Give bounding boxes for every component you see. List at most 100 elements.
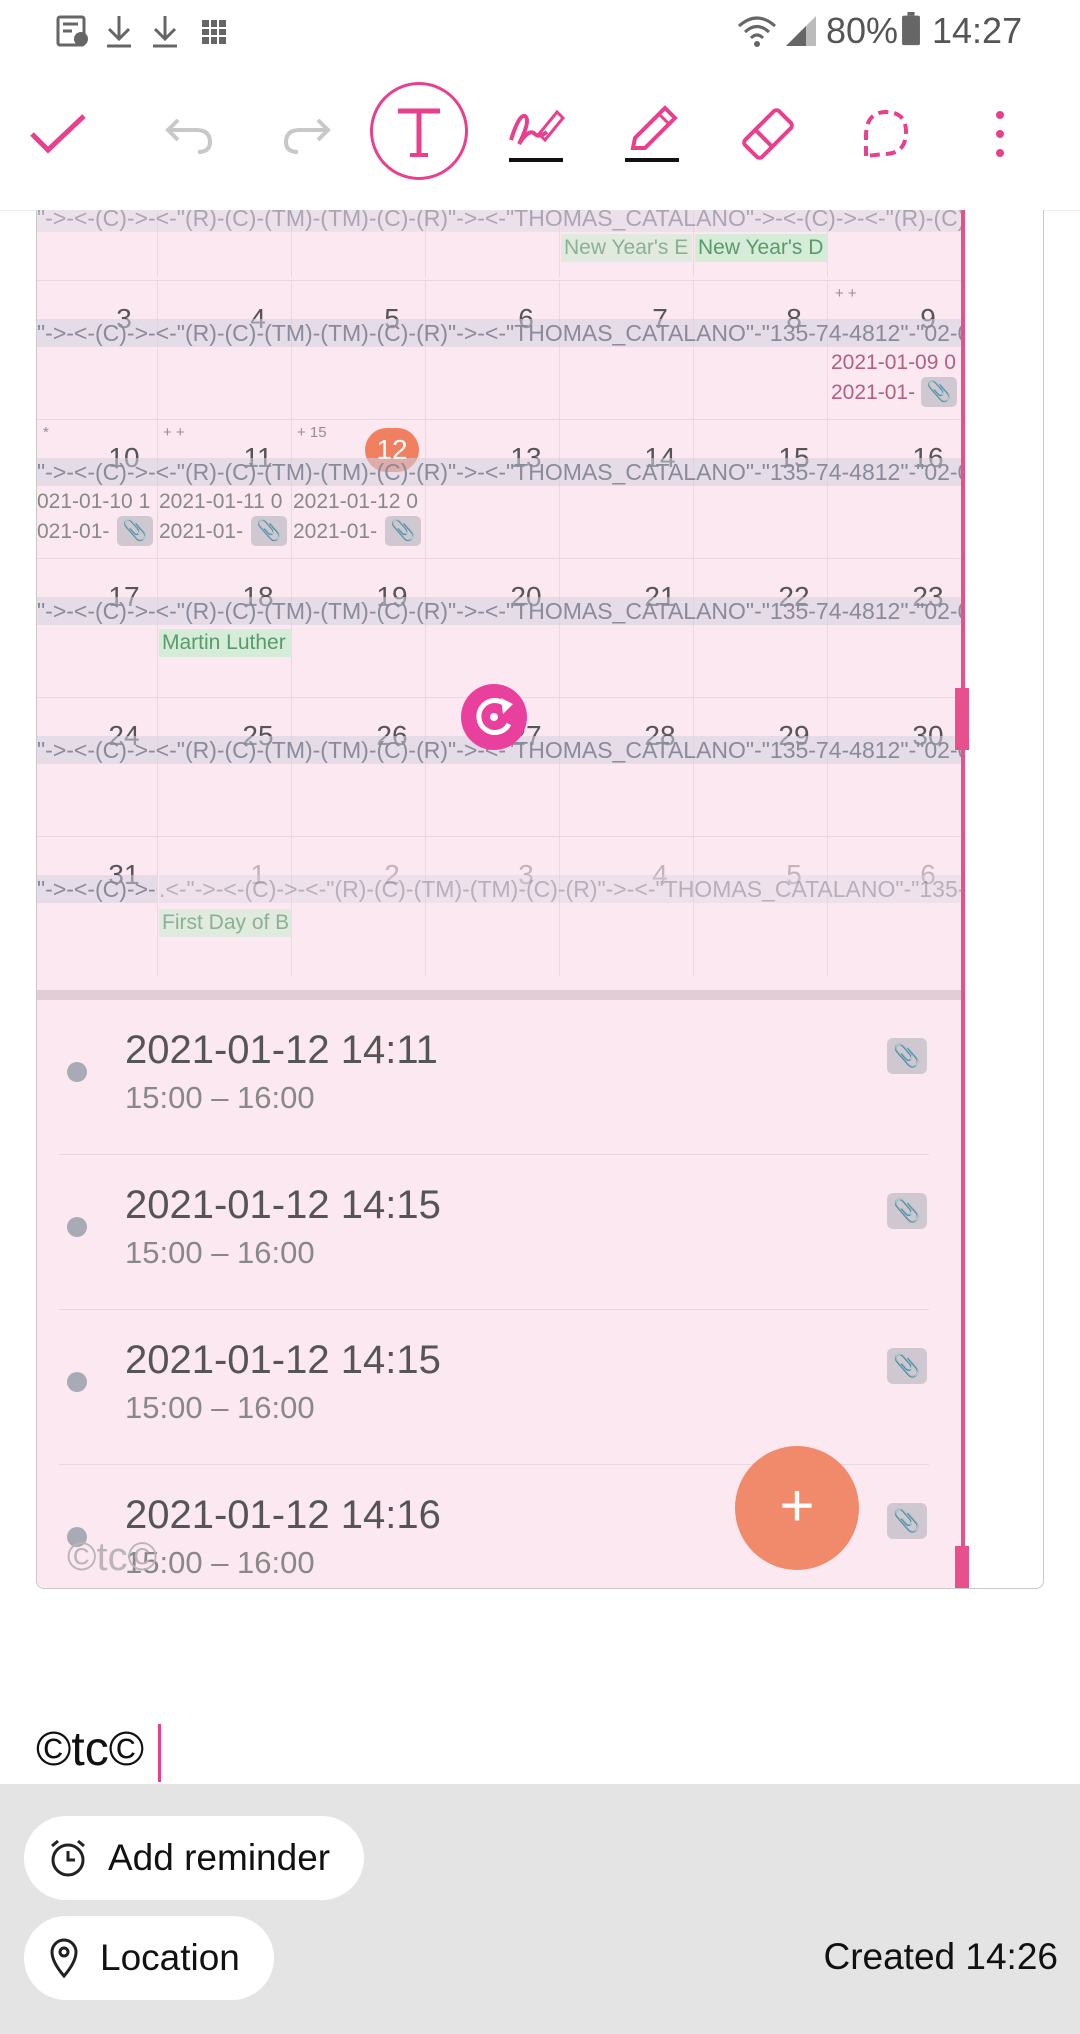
calendar-week-row: * + + + 15 10 11 12 13 14 15 16 "->-<-(C… [37, 419, 963, 559]
text-cursor [158, 1724, 161, 1782]
event-time: 15:00 – 16:00 [125, 1390, 315, 1425]
add-event-fab[interactable]: + [735, 1446, 859, 1570]
event-label: 021-01- [37, 520, 110, 543]
download-icon [107, 16, 131, 48]
more-events-marker: + + [835, 285, 857, 302]
column-divider [291, 420, 292, 559]
month-list-divider [37, 990, 963, 1000]
event-label: 2021-01-09 0 [831, 351, 956, 374]
event-label: 2021-01- [159, 520, 244, 543]
embedded-calendar-screenshot[interactable]: "->-<-(C)->-<-"(R)-(C)-(TM)-(TM)-(C)-(R)… [36, 210, 1044, 1589]
column-divider [157, 281, 158, 420]
eraser-icon [742, 108, 794, 160]
calendar-grid-icon [202, 20, 226, 44]
done-button[interactable] [8, 84, 108, 184]
redo-icon [283, 118, 331, 154]
column-divider [559, 837, 560, 976]
column-divider [291, 837, 292, 976]
check-icon [30, 114, 86, 154]
note-toolbar [0, 64, 1080, 211]
column-divider [827, 837, 828, 976]
lasso-button[interactable] [834, 84, 934, 184]
crop-edge [961, 210, 965, 1588]
calendar-week-row: 17 18 19 20 21 22 23 "->-<-(C)->-<-"(R)-… [37, 558, 963, 698]
paperclip-icon: 📎 [385, 516, 421, 546]
column-divider [827, 698, 828, 837]
column-divider [693, 420, 694, 559]
column-divider [425, 698, 426, 837]
recurring-event-stripe: "->-<-(C)->-<-"(R)-(C)-(TM)-(TM)-(C)-(R)… [37, 210, 963, 232]
event-bullet [67, 1372, 87, 1392]
event-title: 2021-01-12 14:15 [125, 1183, 441, 1227]
calendar-week-row: 3 4 5 6 7 8 9 + + "->-<-(C)->-<-"(R)-(C)… [37, 280, 963, 420]
wifi-icon [738, 16, 776, 47]
event-label: 2021-01- [293, 520, 378, 543]
resize-handle[interactable] [955, 1546, 969, 1588]
event-label: 2021-01-11 0 [159, 490, 283, 513]
column-divider [559, 698, 560, 837]
pencil-icon [625, 105, 679, 162]
column-divider [425, 837, 426, 976]
more-vert-icon [996, 111, 1004, 157]
event-label: 021-01-10 1 [37, 490, 151, 513]
event-time: 15:00 – 16:00 [125, 1235, 315, 1270]
add-reminder-button[interactable]: Add reminder [24, 1816, 365, 1900]
column-divider [693, 559, 694, 698]
location-button[interactable]: Location [24, 1916, 274, 2000]
event-time: 15:00 – 16:00 [125, 1080, 315, 1115]
column-divider [693, 698, 694, 837]
column-divider [827, 559, 828, 698]
paperclip-icon: 📎 [921, 377, 957, 407]
more-options-button[interactable] [950, 84, 1050, 184]
handwriting-button[interactable] [486, 84, 586, 184]
column-divider [559, 281, 560, 420]
created-timestamp: Created 14:26 [823, 1936, 1058, 1977]
column-divider [559, 559, 560, 698]
list-item[interactable]: 2021-01-12 14:11 15:00 – 16:00 📎 [37, 1000, 963, 1155]
recurring-event-stripe: "->-<-(C)->-<-"(R)-(C)-(TM)-(TM)-(C)-(R)… [37, 319, 963, 347]
rotate-handle[interactable] [461, 684, 527, 750]
text-mode-icon [398, 108, 440, 157]
paperclip-icon: 📎 [887, 1503, 927, 1539]
location-label: Location [100, 1937, 240, 1978]
watermark-text: ©tc© [67, 1535, 158, 1579]
redo-button[interactable] [256, 84, 356, 184]
holiday-label: Martin Luther [159, 629, 292, 657]
event-label: 2021-01-12 0 [293, 490, 418, 513]
calendar-week-row: "->-<-(C)->-<-"(R)-(C)-(TM)-(TM)-(C)-(R)… [37, 210, 963, 277]
column-divider [157, 698, 158, 837]
paperclip-icon: 📎 [887, 1193, 927, 1229]
paperclip-icon: 📎 [887, 1038, 927, 1074]
undo-button[interactable] [140, 84, 240, 184]
clock: 14:27 [932, 10, 1023, 51]
recurring-event-stripe: .<-"->-<-(C)->-<-"(R)-(C)-(TM)-(TM)-(C)-… [159, 875, 963, 903]
holiday-label: New Year's D [695, 234, 828, 262]
paperclip-icon: 📎 [887, 1348, 927, 1384]
note-body-text[interactable]: ©tc© [36, 1722, 144, 1777]
column-divider [693, 281, 694, 420]
event-title: 2021-01-12 14:16 [125, 1493, 441, 1537]
download-icon [153, 16, 177, 48]
list-item[interactable]: 2021-01-12 14:15 15:00 – 16:00 📎 [37, 1310, 963, 1465]
resize-handle[interactable] [955, 688, 969, 750]
more-events-marker: + + [163, 424, 185, 441]
event-title: 2021-01-12 14:15 [125, 1338, 441, 1382]
event-title: 2021-01-12 14:11 [125, 1028, 438, 1072]
column-divider [157, 559, 158, 698]
holiday-label: First Day of B [159, 909, 292, 937]
pen-button[interactable] [602, 84, 702, 184]
recurring-event-stripe: "->-<-(C)->-<-"(R)-(C)-(TM)-(TM)-(C)-(R)… [37, 458, 963, 486]
more-events-marker: + 15 [297, 424, 327, 441]
rotate-icon [476, 697, 513, 735]
battery-icon [902, 12, 920, 46]
list-item[interactable]: 2021-01-12 14:15 15:00 – 16:00 📎 [37, 1155, 963, 1310]
recurring-event-stripe: "->-<-(C)->-< [37, 875, 157, 903]
status-bar: 80% 14:27 [0, 0, 1080, 64]
event-bullet [67, 1062, 87, 1082]
event-label: 2021-01- [831, 381, 916, 404]
calendar-month-view: "->-<-(C)->-<-"(R)-(C)-(TM)-(TM)-(C)-(R)… [37, 210, 963, 1588]
text-mode-button[interactable] [370, 82, 468, 180]
paperclip-icon: 📎 [251, 516, 287, 546]
eraser-button[interactable] [718, 84, 818, 184]
column-divider [425, 420, 426, 559]
